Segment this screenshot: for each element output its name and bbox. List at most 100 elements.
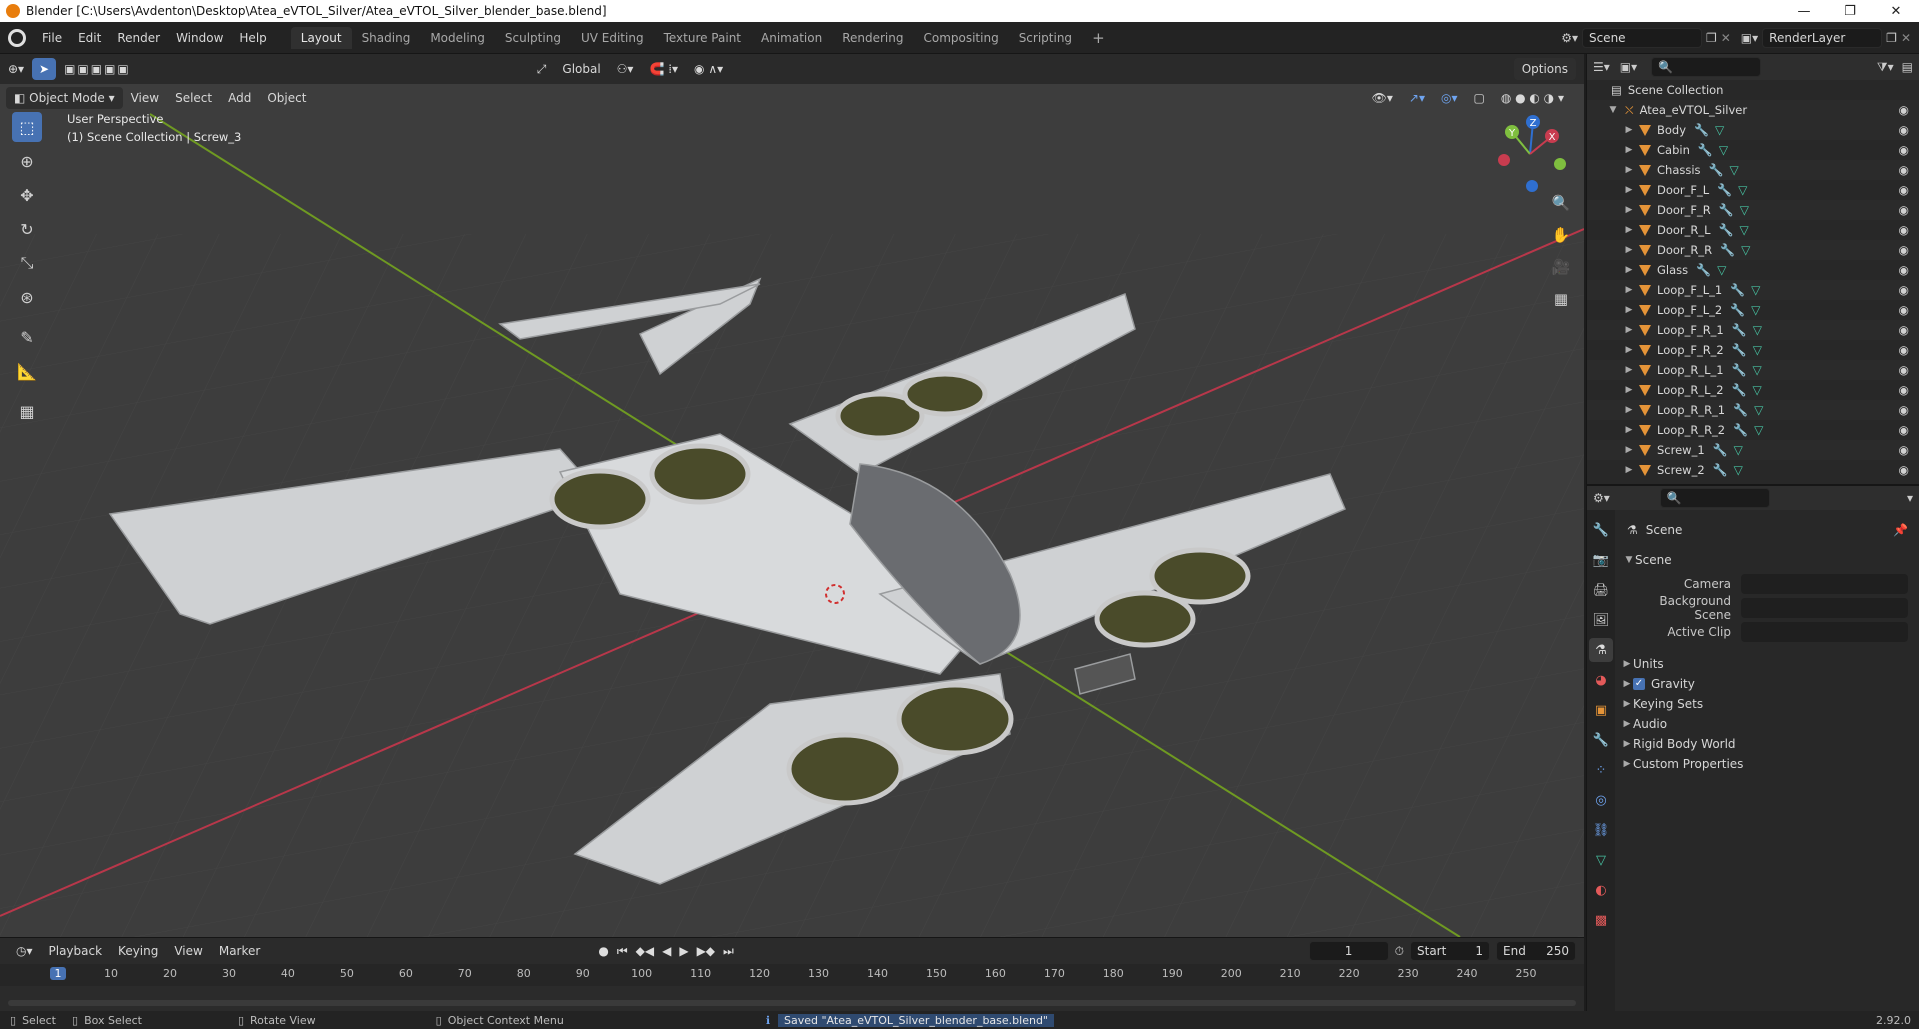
menu-file[interactable]: File bbox=[34, 27, 70, 49]
prev-keyframe-icon[interactable]: ◆◀ bbox=[636, 944, 654, 958]
panel-collapsed-icon[interactable]: ▶ bbox=[1621, 659, 1633, 669]
expand-triangle-icon[interactable]: ▶ bbox=[1623, 185, 1635, 195]
subpanel-header[interactable]: ▶ Custom Properties bbox=[1621, 754, 1916, 774]
visibility-eye-icon[interactable]: ◉ bbox=[1899, 303, 1909, 317]
outliner-object-row[interactable]: ▶ Screw_1 🔧 ▽ ◉ bbox=[1587, 440, 1919, 460]
play-icon[interactable]: ▶ bbox=[679, 944, 688, 958]
snap-icon[interactable]: 🧲 ⁞▾ bbox=[641, 58, 686, 80]
outliner-object-row[interactable]: ▶ Loop_R_R_1 🔧 ▽ ◉ bbox=[1587, 400, 1919, 420]
marker-menu[interactable]: Marker bbox=[211, 940, 268, 962]
expand-triangle-icon[interactable]: ▶ bbox=[1623, 305, 1635, 315]
gizmo-toggle-icon[interactable]: ↗▾ bbox=[1401, 87, 1433, 109]
visibility-eye-icon[interactable]: ◉ bbox=[1899, 343, 1909, 357]
particles-tab-icon[interactable]: ⁘ bbox=[1589, 758, 1613, 782]
cursor-tool-icon[interactable]: ⊕ bbox=[12, 146, 42, 176]
mesh-data-icon[interactable]: ▽ bbox=[1753, 343, 1762, 357]
tab-rendering[interactable]: Rendering bbox=[832, 27, 913, 49]
frame-ruler[interactable]: 1 10 20 30 40 50 60 70 80 90 100 110 120 130 140 150 160… bbox=[0, 964, 1584, 986]
blender-menu-icon[interactable] bbox=[8, 28, 26, 47]
expand-triangle-icon[interactable]: ▶ bbox=[1623, 445, 1635, 455]
maximize-button[interactable]: ❐ bbox=[1827, 4, 1873, 19]
constraints-tab-icon[interactable]: ⛓ bbox=[1589, 818, 1613, 842]
menu-add[interactable]: Add bbox=[220, 87, 259, 109]
visibility-eye-icon[interactable]: ◉ bbox=[1899, 403, 1909, 417]
properties-options-icon[interactable]: ▾ bbox=[1907, 491, 1913, 505]
shading-modes-icon[interactable]: ◍ ● ◐ ◑ ▾ bbox=[1493, 87, 1572, 109]
timeline-view-menu[interactable]: View bbox=[166, 940, 210, 962]
view-layer-tab-icon[interactable]: 🖼 bbox=[1589, 608, 1613, 632]
proportional-edit-icon[interactable]: ◉ ∧▾ bbox=[686, 58, 731, 80]
renderlayer-browse-icon[interactable]: ▣▾ bbox=[1741, 31, 1758, 45]
expand-triangle-icon[interactable]: ▶ bbox=[1623, 405, 1635, 415]
visibility-eye-icon[interactable]: ◉ bbox=[1899, 463, 1909, 477]
modifier-icon[interactable]: 🔧 bbox=[1698, 143, 1713, 157]
mesh-data-icon[interactable]: ▽ bbox=[1734, 443, 1743, 457]
xray-toggle-icon[interactable]: ▢ bbox=[1465, 87, 1492, 109]
visibility-eye-icon[interactable]: ◉ bbox=[1899, 383, 1909, 397]
jump-end-icon[interactable]: ⏭ bbox=[723, 944, 734, 959]
visibility-eye-icon[interactable]: ◉ bbox=[1899, 163, 1909, 177]
outliner-object-row[interactable]: ▶ Door_R_L 🔧 ▽ ◉ bbox=[1587, 220, 1919, 240]
delete-renderlayer-icon[interactable]: ✕ bbox=[1901, 31, 1911, 45]
visibility-eye-icon[interactable]: ◉ bbox=[1899, 123, 1909, 137]
modifier-icon[interactable]: 🔧 bbox=[1696, 263, 1711, 277]
transform-orientation-icon[interactable]: ⤢ bbox=[529, 58, 555, 80]
tab-compositing[interactable]: Compositing bbox=[913, 27, 1008, 49]
output-tab-icon[interactable]: 🖨 bbox=[1589, 578, 1613, 602]
menu-view[interactable]: View bbox=[123, 87, 167, 109]
outliner-object-row[interactable]: ▶ Loop_F_L_2 🔧 ▽ ◉ bbox=[1587, 300, 1919, 320]
visibility-eye-icon[interactable]: ◉ bbox=[1899, 143, 1909, 157]
mesh-data-icon[interactable]: ▽ bbox=[1753, 383, 1762, 397]
modifier-icon[interactable]: 🔧 bbox=[1719, 223, 1734, 237]
mesh-data-icon[interactable]: ▽ bbox=[1751, 303, 1760, 317]
panel-collapsed-icon[interactable]: ▶ bbox=[1621, 679, 1633, 689]
add-cube-tool-icon[interactable]: ▦ bbox=[12, 396, 42, 426]
zoom-icon[interactable]: 🔍 bbox=[1548, 190, 1574, 216]
outliner-object-row[interactable]: ▶ Loop_F_R_2 🔧 ▽ ◉ bbox=[1587, 340, 1919, 360]
visibility-eye-icon[interactable]: ◉ bbox=[1899, 103, 1909, 117]
mode-dropdown[interactable]: ◧ Object Mode ▾ bbox=[6, 87, 123, 109]
close-button[interactable]: ✕ bbox=[1873, 4, 1919, 19]
menu-edit[interactable]: Edit bbox=[70, 27, 109, 49]
outliner-object-row[interactable]: ▶ Loop_R_L_2 🔧 ▽ ◉ bbox=[1587, 380, 1919, 400]
visibility-eye-icon[interactable]: ◉ bbox=[1899, 363, 1909, 377]
visibility-eye-icon[interactable]: ◉ bbox=[1899, 323, 1909, 337]
expand-triangle-icon[interactable]: ▶ bbox=[1623, 385, 1635, 395]
subpanel-header[interactable]: ▶ Keying Sets bbox=[1621, 694, 1916, 714]
new-renderlayer-icon[interactable]: ❐ bbox=[1886, 31, 1897, 45]
expand-triangle-icon[interactable]: ▶ bbox=[1623, 205, 1635, 215]
editor-type-icon[interactable]: ⊕▾ bbox=[0, 58, 32, 80]
outliner-scene-collection[interactable]: ▤ Scene Collection bbox=[1587, 80, 1919, 100]
scene-field[interactable]: Scene bbox=[1581, 27, 1702, 48]
modifier-icon[interactable]: 🔧 bbox=[1732, 383, 1747, 397]
scale-tool-icon[interactable]: ⤡ bbox=[12, 248, 42, 278]
outliner-object-row[interactable]: ▶ Screw_2 🔧 ▽ ◉ bbox=[1587, 460, 1919, 480]
visibility-eye-icon[interactable]: ◉ bbox=[1899, 423, 1909, 437]
tab-scripting[interactable]: Scripting bbox=[1009, 27, 1082, 49]
modifier-icon[interactable]: 🔧 bbox=[1733, 403, 1748, 417]
mesh-data-icon[interactable]: ▽ bbox=[1753, 323, 1762, 337]
minimize-button[interactable]: — bbox=[1781, 4, 1827, 19]
outliner-editor-type-icon[interactable]: ☰▾ bbox=[1593, 60, 1610, 74]
expand-triangle-icon[interactable]: ▼ bbox=[1607, 105, 1619, 115]
tab-shading[interactable]: Shading bbox=[352, 27, 421, 49]
tool-tab-icon[interactable]: 🔧 bbox=[1589, 518, 1613, 542]
move-tool-icon[interactable]: ✥ bbox=[12, 180, 42, 210]
mesh-data-icon[interactable]: ▽ bbox=[1740, 203, 1749, 217]
outliner-object-row[interactable]: ▶ Door_R_R 🔧 ▽ ◉ bbox=[1587, 240, 1919, 260]
scene-browse-icon[interactable]: ⚙▾ bbox=[1561, 31, 1578, 45]
outliner-object-row[interactable]: ▶ Loop_F_L_1 🔧 ▽ ◉ bbox=[1587, 280, 1919, 300]
expand-triangle-icon[interactable]: ▶ bbox=[1623, 365, 1635, 375]
pivot-point-icon[interactable]: ⚇▾ bbox=[609, 58, 642, 80]
pan-hand-icon[interactable]: ✋ bbox=[1548, 222, 1574, 248]
render-tab-icon[interactable]: 📷 bbox=[1589, 548, 1613, 572]
property-value-field[interactable] bbox=[1741, 622, 1908, 642]
outliner-object-row[interactable]: ▶ Chassis 🔧 ▽ ◉ bbox=[1587, 160, 1919, 180]
panel-collapsed-icon[interactable]: ▶ bbox=[1621, 739, 1633, 749]
record-icon[interactable]: ● bbox=[598, 944, 608, 958]
timeline-editor-type-icon[interactable]: ◷▾ bbox=[8, 940, 41, 962]
delete-scene-icon[interactable]: ✕ bbox=[1721, 31, 1731, 45]
mesh-data-icon[interactable]: ▽ bbox=[1734, 463, 1743, 477]
playback-menu[interactable]: Playback bbox=[41, 940, 111, 962]
outliner-search-input[interactable]: 🔍 bbox=[1651, 57, 1762, 77]
